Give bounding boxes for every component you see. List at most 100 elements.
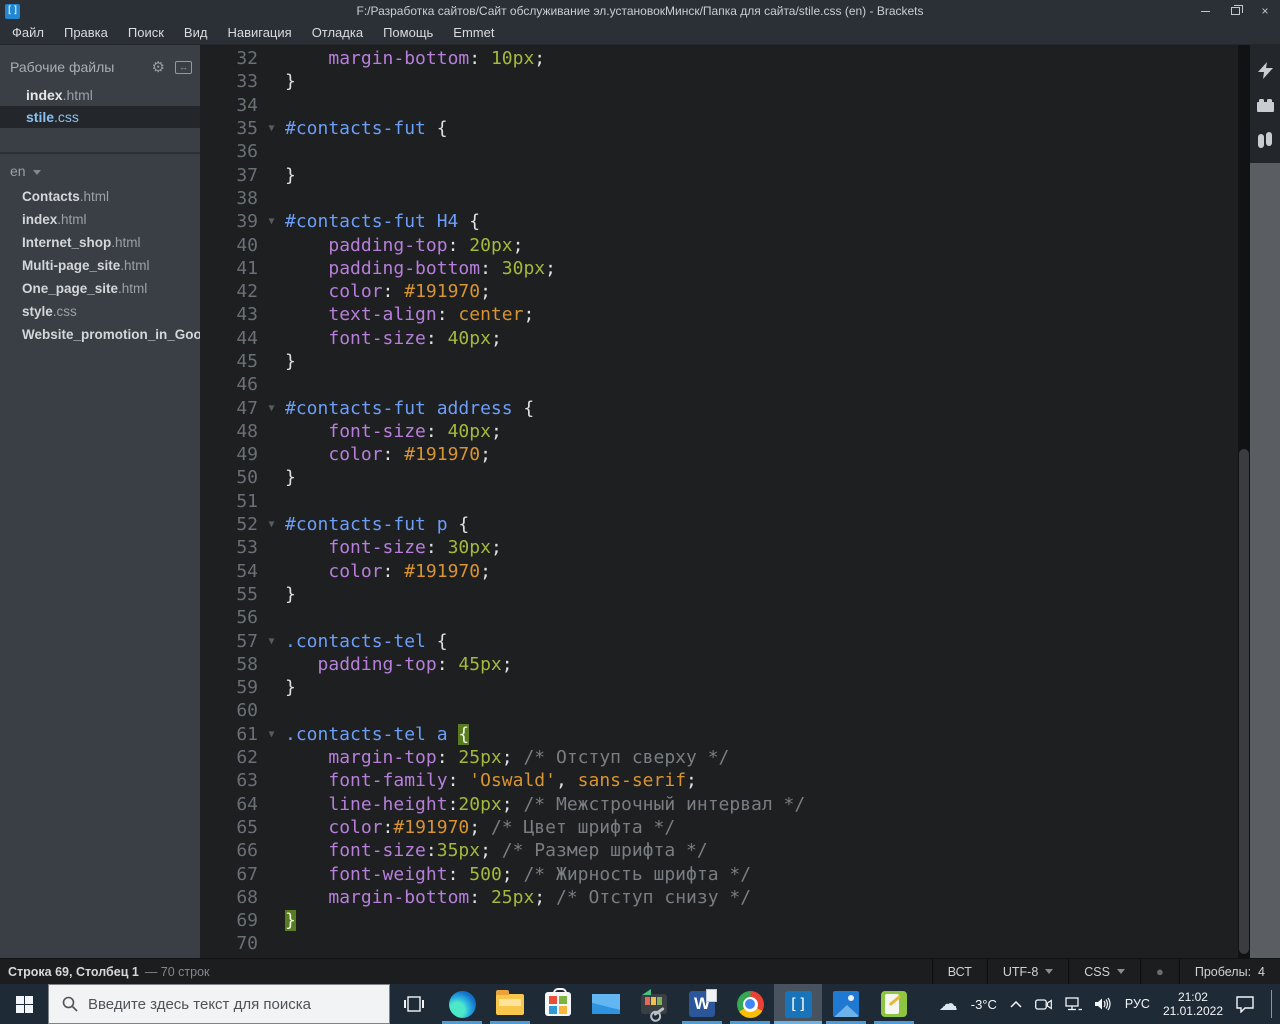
editor-scrollbar[interactable] (1238, 45, 1250, 958)
menu-item-Правка[interactable]: Правка (54, 22, 118, 45)
code-line-62[interactable]: 62 margin-top: 25px; /* Отступ сверху */ (200, 746, 1250, 769)
code-line-63[interactable]: 63 font-family: 'Oswald', sans-serif; (200, 769, 1250, 792)
lint-status-indicator[interactable]: ● (1139, 959, 1179, 984)
indent-size-value[interactable]: 4 (1258, 965, 1265, 979)
show-desktop-button[interactable] (1271, 990, 1272, 1018)
code-line-39[interactable]: 39 ▼ #contacts-fut H4 { (200, 210, 1250, 233)
code-line-42[interactable]: 42 color: #191970; (200, 280, 1250, 303)
volume-icon[interactable] (1094, 997, 1112, 1011)
project-file-Internet_shop.html[interactable]: Internet_shop .html (0, 231, 200, 254)
code-line-54[interactable]: 54 color: #191970; (200, 560, 1250, 583)
extension-plugin-icon[interactable] (1256, 131, 1274, 149)
temperature[interactable]: -3°C (971, 997, 997, 1012)
gear-icon[interactable]: ⚙ (152, 58, 165, 76)
code-line-70[interactable]: 70 (200, 932, 1250, 955)
code-line-35[interactable]: 35 ▼ #contacts-fut { (200, 117, 1250, 140)
language-selector[interactable]: CSS (1068, 959, 1140, 984)
menu-item-Файл[interactable]: Файл (2, 22, 54, 45)
code-line-43[interactable]: 43 text-align: center; (200, 303, 1250, 326)
code-line-40[interactable]: 40 padding-top: 20px; (200, 233, 1250, 256)
code-editor[interactable]: 32 margin-bottom: 10px; 33} 34 35 ▼ #contacts… (200, 45, 1250, 958)
code-line-32[interactable]: 32 margin-bottom: 10px; (200, 47, 1250, 70)
fold-arrow-icon[interactable]: ▼ (258, 123, 285, 134)
code-line-64[interactable]: 64 line-height:20px; /* Межстрочный инте… (200, 793, 1250, 816)
project-file-Contacts.html[interactable]: Contacts .html (0, 185, 200, 208)
taskbar-app-mail[interactable] (582, 984, 630, 1024)
network-icon[interactable] (1065, 997, 1082, 1011)
project-file-style.css[interactable]: style .css (0, 300, 200, 323)
project-file-index.html[interactable]: index .html (0, 208, 200, 231)
code-line-66[interactable]: 66 font-size:35px; /* Размер шрифта */ (200, 839, 1250, 862)
fold-arrow-icon[interactable]: ▼ (258, 216, 285, 227)
code-line-53[interactable]: 53 font-size: 30px; (200, 536, 1250, 559)
clock[interactable]: 21:02 21.01.2022 (1163, 990, 1223, 1018)
code-line-38[interactable]: 38 (200, 187, 1250, 210)
menu-item-Вид[interactable]: Вид (174, 22, 218, 45)
taskbar-app-photos[interactable] (822, 984, 870, 1024)
extension-manager-icon[interactable] (1256, 96, 1274, 114)
close-button[interactable]: × (1250, 0, 1280, 22)
menu-item-Emmet[interactable]: Emmet (443, 22, 504, 45)
fold-arrow-icon[interactable]: ▼ (258, 636, 285, 647)
tray-chevron-up-icon[interactable] (1010, 1000, 1022, 1008)
code-line-41[interactable]: 41 padding-bottom: 30px; (200, 257, 1250, 280)
code-line-46[interactable]: 46 (200, 373, 1250, 396)
taskbar-app-store[interactable] (534, 984, 582, 1024)
code-line-56[interactable]: 56 (200, 606, 1250, 629)
menu-item-Помощь[interactable]: Помощь (373, 22, 443, 45)
code-line-50[interactable]: 50} (200, 466, 1250, 489)
working-file-index.html[interactable]: index .html (0, 84, 200, 106)
action-center-icon[interactable] (1236, 995, 1254, 1013)
code-line-67[interactable]: 67 font-weight: 500; /* Жирность шрифта … (200, 862, 1250, 885)
keyboard-language[interactable]: РУС (1125, 997, 1150, 1011)
project-dropdown[interactable]: en (0, 154, 200, 185)
code-line-33[interactable]: 33} (200, 70, 1250, 93)
code-line-61[interactable]: 61 ▼ .contacts-tel a { (200, 723, 1250, 746)
taskbar-app-edge[interactable] (438, 984, 486, 1024)
indent-settings[interactable]: Пробелы: 4 (1178, 959, 1280, 984)
code-line-48[interactable]: 48 font-size: 40px; (200, 420, 1250, 443)
task-view-button[interactable] (390, 984, 438, 1024)
code-line-37[interactable]: 37} (200, 163, 1250, 186)
code-line-47[interactable]: 47 ▼ #contacts-fut address { (200, 396, 1250, 419)
taskbar-app-npp[interactable] (870, 984, 918, 1024)
project-file-Website_promotion_in_Google.html[interactable]: Website_promotion_in_Google.html (0, 323, 200, 346)
code-line-59[interactable]: 59} (200, 676, 1250, 699)
fold-arrow-icon[interactable]: ▼ (258, 729, 285, 740)
code-line-44[interactable]: 44 font-size: 40px; (200, 327, 1250, 350)
code-line-60[interactable]: 60 (200, 699, 1250, 722)
code-line-57[interactable]: 57 ▼ .contacts-tel { (200, 629, 1250, 652)
scrollbar-thumb[interactable] (1239, 449, 1249, 954)
taskbar-app-explorer[interactable] (486, 984, 534, 1024)
code-line-45[interactable]: 45} (200, 350, 1250, 373)
working-file-stile.css[interactable]: stile .css (0, 106, 200, 128)
menu-item-Навигация[interactable]: Навигация (217, 22, 301, 45)
fold-arrow-icon[interactable]: ▼ (258, 519, 285, 530)
taskbar-app-brackets[interactable]: [] (774, 984, 822, 1024)
code-line-55[interactable]: 55} (200, 583, 1250, 606)
taskbar-app-chrome[interactable] (726, 984, 774, 1024)
weather-cloud-icon[interactable]: ☁ (939, 993, 958, 1016)
code-line-34[interactable]: 34 (200, 94, 1250, 117)
menu-item-Отладка[interactable]: Отладка (302, 22, 373, 45)
taskbar-search[interactable] (48, 984, 390, 1024)
meet-now-camera-icon[interactable] (1034, 998, 1052, 1011)
code-line-52[interactable]: 52 ▼ #contacts-fut p { (200, 513, 1250, 536)
code-line-68[interactable]: 68 margin-bottom: 25px; /* Отступ снизу … (200, 886, 1250, 909)
menu-item-Поиск[interactable]: Поиск (118, 22, 174, 45)
project-file-Multi-page_site.html[interactable]: Multi-page_site .html (0, 254, 200, 277)
start-button[interactable] (0, 984, 48, 1024)
overwrite-indicator[interactable]: ВСТ (931, 959, 987, 984)
code-line-49[interactable]: 49 color: #191970; (200, 443, 1250, 466)
code-line-36[interactable]: 36 (200, 140, 1250, 163)
project-file-One_page_site.html[interactable]: One_page_site .html (0, 277, 200, 300)
code-line-65[interactable]: 65 color:#191970; /* Цвет шрифта */ (200, 816, 1250, 839)
encoding-selector[interactable]: UTF-8 (986, 959, 1068, 984)
taskbar-app-word[interactable]: W (678, 984, 726, 1024)
minimize-button[interactable] (1190, 0, 1220, 22)
live-preview-icon[interactable] (1256, 61, 1274, 79)
maximize-button[interactable] (1220, 0, 1250, 22)
search-input[interactable] (88, 995, 368, 1013)
split-view-icon[interactable]: ↔ (175, 60, 192, 74)
code-line-69[interactable]: 69} (200, 909, 1250, 932)
